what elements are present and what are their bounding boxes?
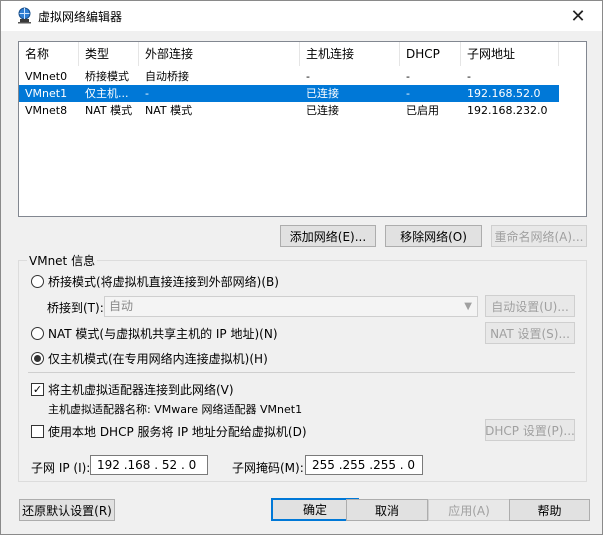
connect-adapter-checkbox[interactable]: ✓ 将主机虚拟适配器连接到此网络(V) <box>31 381 234 398</box>
vmnet-info-title: VMnet 信息 <box>27 252 98 269</box>
bridge-mode-radio[interactable]: 桥接模式(将虚拟机直接连接到外部网络)(B) <box>31 273 279 290</box>
close-icon: ✕ <box>570 5 586 27</box>
cell-dhcp: 已启用 <box>406 104 439 117</box>
column-header-dhcp[interactable]: DHCP <box>400 42 461 66</box>
bridge-to-label: 桥接到(T): <box>47 301 104 315</box>
column-header-type[interactable]: 类型 <box>79 42 139 66</box>
bridge-to-select[interactable]: 自动 ▼ <box>104 296 478 317</box>
cell-dhcp: - <box>406 70 410 83</box>
nat-mode-radio[interactable]: NAT 模式(与虚拟机共享主机的 IP 地址)(N) <box>31 325 278 342</box>
virtual-network-editor-window: 虚拟网络编辑器 ✕ 名称 类型 外部连接 主机连接 DHCP 子网地址 VMne… <box>0 0 603 535</box>
adapter-name-text: 主机虚拟适配器名称: VMware 网络适配器 VMnet1 <box>48 403 303 416</box>
auto-settings-button[interactable]: 自动设置(U)... <box>485 295 575 317</box>
column-header-external[interactable]: 外部连接 <box>139 42 300 66</box>
dhcp-settings-button[interactable]: DHCP 设置(P)... <box>485 419 575 441</box>
window-title: 虚拟网络编辑器 <box>38 10 123 24</box>
subnet-mask-input[interactable]: 255 .255 .255 . 0 <box>305 455 423 475</box>
title-bar: 虚拟网络编辑器 ✕ <box>1 1 602 31</box>
cell-external: - <box>145 87 149 100</box>
bridge-mode-label: 桥接模式(将虚拟机直接连接到外部网络)(B) <box>48 275 279 289</box>
table-row-vmnet0[interactable]: VMnet0 桥接模式 自动桥接 - - - <box>19 68 559 85</box>
subnet-ip-label: 子网 IP (I): <box>31 461 91 475</box>
use-dhcp-label: 使用本地 DHCP 服务将 IP 地址分配给虚拟机(D) <box>48 425 307 439</box>
help-button[interactable]: 帮助 <box>509 499 590 521</box>
subnet-ip-input[interactable]: 192 .168 . 52 . 0 <box>90 455 208 475</box>
close-button[interactable]: ✕ <box>556 1 600 31</box>
cell-external: NAT 模式 <box>145 104 193 117</box>
vmnet-info-group <box>18 260 587 482</box>
column-header-host[interactable]: 主机连接 <box>300 42 400 66</box>
cell-dhcp: - <box>406 87 410 100</box>
cancel-button[interactable]: 取消 <box>346 499 428 521</box>
cell-subnet: - <box>467 70 471 83</box>
rename-network-button[interactable]: 重命名网络(A)... <box>491 225 587 247</box>
table-row-vmnet8[interactable]: VMnet8 NAT 模式 NAT 模式 已连接 已启用 192.168.232… <box>19 102 559 119</box>
apply-button[interactable]: 应用(A) <box>428 499 510 521</box>
divider <box>28 372 575 373</box>
remove-network-button[interactable]: 移除网络(O) <box>385 225 482 247</box>
cell-name: VMnet0 <box>25 70 68 83</box>
restore-defaults-button[interactable]: 还原默认设置(R) <box>19 499 115 521</box>
cell-external: 自动桥接 <box>145 70 189 83</box>
cell-host: - <box>306 70 310 83</box>
cell-type: NAT 模式 <box>85 104 133 117</box>
list-header: 名称 类型 外部连接 主机连接 DHCP 子网地址 <box>19 42 586 66</box>
nat-mode-label: NAT 模式(与虚拟机共享主机的 IP 地址)(N) <box>48 327 278 341</box>
radio-circle-checked <box>31 352 44 365</box>
table-row-vmnet1[interactable]: VMnet1 仅主机... - 已连接 - 192.168.52.0 <box>19 85 559 102</box>
checkmark-icon: ✓ <box>31 383 44 396</box>
cell-type: 仅主机... <box>85 87 129 100</box>
checkbox-unchecked <box>31 425 44 438</box>
use-dhcp-checkbox[interactable]: 使用本地 DHCP 服务将 IP 地址分配给虚拟机(D) <box>31 423 307 440</box>
cell-name: VMnet1 <box>25 87 68 100</box>
cell-name: VMnet8 <box>25 104 68 117</box>
subnet-mask-label: 子网掩码(M): <box>232 461 304 475</box>
column-header-name[interactable]: 名称 <box>19 42 79 66</box>
cell-subnet: 192.168.232.0 <box>467 104 548 117</box>
cell-subnet: 192.168.52.0 <box>467 87 541 100</box>
nat-settings-button[interactable]: NAT 设置(S)... <box>485 322 575 344</box>
connect-adapter-label: 将主机虚拟适配器连接到此网络(V) <box>48 383 234 397</box>
host-only-mode-label: 仅主机模式(在专用网络内连接虚拟机)(H) <box>48 352 268 366</box>
chevron-down-icon: ▼ <box>464 301 472 312</box>
radio-circle <box>31 327 44 340</box>
add-network-button[interactable]: 添加网络(E)... <box>280 225 376 247</box>
bridge-to-value: 自动 <box>109 299 134 313</box>
column-header-subnet[interactable]: 子网地址 <box>461 42 559 66</box>
cell-type: 桥接模式 <box>85 70 129 83</box>
network-globe-icon <box>18 7 31 24</box>
radio-circle <box>31 275 44 288</box>
network-list[interactable]: 名称 类型 外部连接 主机连接 DHCP 子网地址 VMnet0 桥接模式 自动… <box>18 41 587 217</box>
cell-host: 已连接 <box>306 104 339 117</box>
host-only-mode-radio[interactable]: 仅主机模式(在专用网络内连接虚拟机)(H) <box>31 350 268 367</box>
cell-host: 已连接 <box>306 87 339 100</box>
